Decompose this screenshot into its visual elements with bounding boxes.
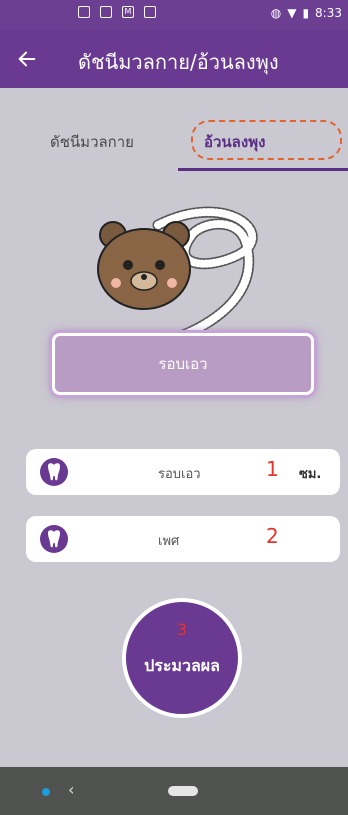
unit-label: ซม. (299, 467, 322, 482)
back-arrow-icon[interactable] (16, 48, 38, 70)
page-title: ดัชนีมวลกาย/อ้วนลงพุง (78, 50, 279, 74)
annotation-number-2: 2 (266, 524, 279, 548)
gmail-icon: M (122, 6, 134, 18)
tab-bmi[interactable]: ดัชนีมวลกาย (50, 130, 134, 154)
gender-label: เพศ (158, 534, 180, 549)
status-bar: M ◍ ▼ ▮ 8:33 (0, 0, 348, 30)
calculate-button[interactable]: 3 ประมวลผล (122, 598, 242, 718)
battery-icon: ▮ (302, 6, 310, 20)
wifi-icon: ▼ (287, 6, 297, 20)
waist-button[interactable]: รอบเอว (52, 333, 314, 395)
status-time: 8:33 (315, 6, 342, 20)
tab-highlight-annotation (191, 120, 342, 160)
screenshot-icon (78, 6, 90, 18)
tab-active-indicator (178, 168, 348, 171)
app-bar: ดัชนีมวลกาย/อ้วนลงพุง (0, 30, 348, 88)
calculate-label: ประมวลผล (144, 656, 220, 675)
annotation-number-3: 3 (176, 620, 188, 639)
file-icon (100, 6, 112, 18)
waist-input-card[interactable]: รอบเอว 1 ซม. (26, 449, 340, 495)
message-icon (144, 6, 156, 18)
nav-home-pill[interactable] (168, 786, 198, 796)
tooth-icon (40, 458, 68, 486)
system-nav-bar: ‹ (0, 767, 348, 815)
status-right: ◍ ▼ ▮ 8:33 (271, 6, 342, 20)
nav-back-icon[interactable]: ‹ (68, 780, 74, 799)
gender-input-card[interactable]: เพศ 2 (26, 516, 340, 562)
assistant-dot-icon (42, 788, 50, 796)
vibrate-icon: ◍ (270, 6, 282, 20)
annotation-number-1: 1 (266, 457, 279, 481)
waist-label: รอบเอว (158, 467, 201, 482)
tooth-icon (40, 525, 68, 553)
notification-icons: M (78, 6, 156, 18)
